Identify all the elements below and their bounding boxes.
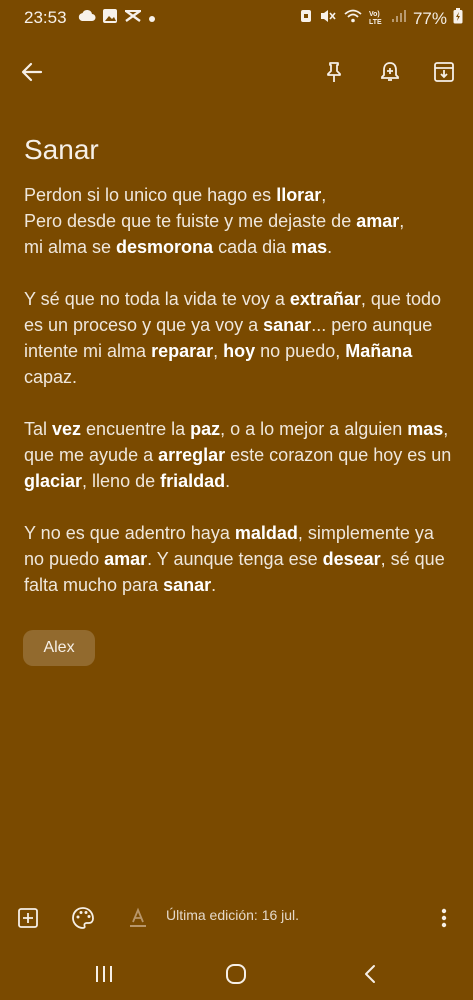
alarm-icon [299,8,313,29]
more-vert-icon[interactable] [424,898,464,938]
text-run: . Y aunque tenga ese [147,549,323,569]
text-run: . [327,237,333,257]
bold-text: llorar [276,185,322,205]
notification-icons [78,8,156,29]
back-arrow-icon[interactable] [12,52,52,92]
system-icons: Vo) LTE 77% [299,8,463,29]
text-run: Perdon si lo unico que hago es [24,185,277,205]
bold-text: paz [190,419,221,439]
archive-icon[interactable] [424,52,464,92]
text-run: cada dia [213,237,292,257]
bold-text: desear [322,549,381,569]
text-run: este corazon que hoy es un [225,445,452,465]
text-run: Y no es que adentro haya [24,523,235,543]
back-icon[interactable] [350,954,390,994]
bold-text: amar [104,549,148,569]
status-bar: 23:53 Vo) LTE 77% [0,0,473,36]
last-edited-text: Última edición: 16 jul. [166,907,300,923]
palette-icon[interactable] [63,898,103,938]
recents-icon[interactable] [84,954,124,994]
note-title[interactable]: Sanar [24,134,99,166]
bold-text: glaciar [24,471,83,491]
text-format-icon[interactable] [118,898,158,938]
note-paragraph: Y sé que no toda la vida te voy a extrañ… [24,286,454,390]
wifi-calling-icon [343,8,363,29]
home-icon[interactable] [216,954,256,994]
bold-text: extrañar [289,289,361,309]
bold-text: desmorona [116,237,214,257]
text-run: , [213,341,224,361]
battery-icon [453,8,463,29]
status-time: 23:53 [24,8,67,27]
bold-text: Mañana [345,341,413,361]
text-run: capaz. [24,367,78,387]
text-run: Tal [24,419,53,439]
bold-text: amar [356,211,400,231]
signal-icon [391,9,407,28]
bold-text: mas [291,237,328,257]
text-run: encuentre la [81,419,191,439]
reminder-icon[interactable] [370,52,410,92]
add-box-icon[interactable] [8,898,48,938]
text-run: , [321,185,327,205]
cloud-icon [78,9,96,28]
note-body[interactable]: Perdon si lo unico que hago es llorar, Pe… [24,182,454,624]
text-run: Y sé que no toda la vida te voy a [24,289,290,309]
bold-text: arreglar [158,445,226,465]
bold-text: reparar [151,341,214,361]
bold-text: sanar [263,315,312,335]
bold-text: frialdad [160,471,226,491]
text-run: no puedo, [255,341,346,361]
text-run: . [211,575,217,595]
bold-text: sanar [163,575,212,595]
note-toolbar [0,48,473,96]
text-run: mi alma se [24,237,117,257]
text-run: . [225,471,231,491]
text-run: Pero desde que te fuiste y me dejaste de [24,211,357,231]
mute-icon [319,8,337,29]
text-run: , lleno de [82,471,161,491]
bold-text: maldad [234,523,298,543]
bold-text: mas [407,419,444,439]
system-nav-bar [0,950,473,1000]
text-run: , o a lo mejor a alguien [220,419,408,439]
note-paragraph: Perdon si lo unico que hago es llorar, Pe… [24,182,454,260]
bold-text: hoy [223,341,256,361]
text-run: , [399,211,405,231]
pin-icon[interactable] [314,52,354,92]
note-paragraph: Tal vez encuentre la paz, o a lo mejor a… [24,416,454,494]
battery-percent: 77% [412,8,447,28]
note-paragraph: Y no es que adentro haya maldad, simplem… [24,520,454,598]
gallery-icon [102,8,118,29]
lte-icon: Vo) LTE [368,10,382,26]
capcut-icon [124,8,142,29]
bold-text: vez [52,419,82,439]
label-chip-alex[interactable]: Alex [23,630,95,666]
dot-icon [148,10,156,28]
